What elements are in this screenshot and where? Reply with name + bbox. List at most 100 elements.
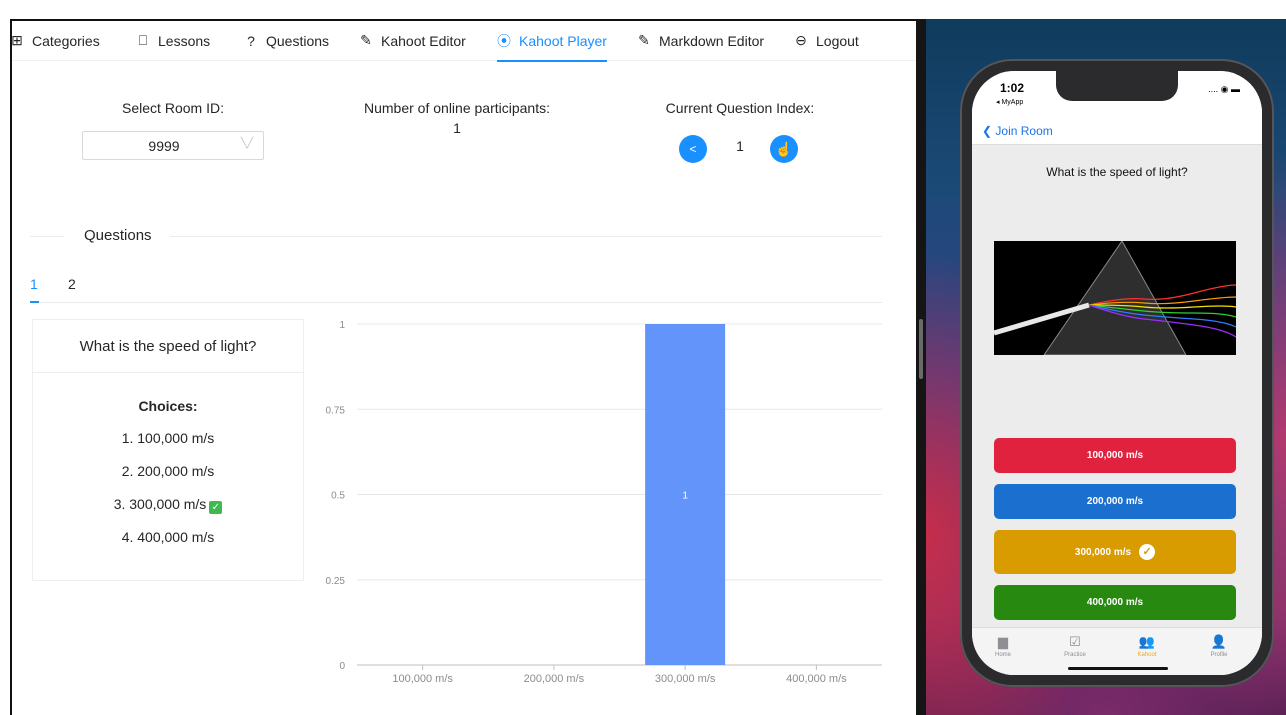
answer-label: 200,000 m/s bbox=[1086, 496, 1144, 507]
room-id-value: 9999 bbox=[148, 138, 180, 154]
play-circle-icon: ⦿ bbox=[497, 32, 511, 49]
choice-item: 3. 300,000 m/s ✓ bbox=[33, 496, 303, 514]
nav-item-label: Categories bbox=[32, 32, 100, 49]
questions-section-title: Questions bbox=[84, 227, 152, 244]
edit-icon: ✎ bbox=[638, 32, 650, 48]
phone-nav-bar: ❮ Join Room bbox=[972, 119, 1262, 145]
chevron-left-icon: ❮ bbox=[982, 124, 996, 138]
phone-simulator: 1:02 ◂ MyApp .... ◉ ▬ ❮ Join Room What i… bbox=[960, 59, 1274, 687]
nav-item-questions[interactable]: ? Questions bbox=[244, 21, 329, 61]
nav-item-kahoot-player[interactable]: ⦿ Kahoot Player bbox=[497, 21, 607, 62]
phone-notch bbox=[1056, 71, 1178, 101]
x-tick-label: 200,000 m/s bbox=[524, 673, 585, 685]
choice-text: 3. 300,000 m/s bbox=[113, 496, 207, 512]
desktop-wallpaper: 1:02 ◂ MyApp .... ◉ ▬ ❮ Join Room What i… bbox=[926, 19, 1286, 715]
answer-button-1[interactable]: 100,000 m/s bbox=[994, 438, 1236, 473]
choice-item: 2. 200,000 m/s bbox=[33, 463, 303, 479]
book-icon: ⎕ bbox=[138, 32, 148, 48]
answer-label: 400,000 m/s bbox=[1086, 597, 1144, 608]
person-icon: 👤 bbox=[1210, 634, 1228, 649]
answers-bar-chart: 0 0.25 0.5 0.75 1 100,000 m/s 200,000 m/s 1 300,… bbox=[326, 320, 882, 685]
choice-text: 2. 200,000 m/s bbox=[121, 463, 215, 479]
tab-label: Practice bbox=[1064, 652, 1086, 658]
answer-label: 300,000 m/s bbox=[1074, 546, 1132, 558]
hand-cursor-icon: ☝ bbox=[775, 140, 793, 157]
x-tick-label: 100,000 m/s bbox=[392, 673, 453, 685]
nav-item-markdown-editor[interactable]: ✎ Markdown Editor bbox=[637, 21, 764, 61]
web-app-window: ⊞ Categories ⎕ Lessons ? Questions ✎ Kah… bbox=[10, 19, 916, 715]
room-label: Select Room ID: bbox=[122, 100, 224, 116]
question-tabs: 1 2 bbox=[30, 273, 882, 303]
question-index-value: 1 bbox=[736, 138, 744, 154]
check-circle-icon: ✓ bbox=[1139, 544, 1156, 560]
nav-item-label: Questions bbox=[266, 32, 330, 49]
y-tick-label: 1 bbox=[339, 320, 345, 331]
choice-text: 4. 400,000 m/s bbox=[121, 529, 215, 545]
answer-button-3[interactable]: 300,000 m/s ✓ bbox=[994, 530, 1236, 574]
home-indicator[interactable] bbox=[1068, 667, 1168, 670]
room-id-select[interactable]: 9999 ╲╱ bbox=[82, 131, 264, 160]
tab-home[interactable]: ▆ Home bbox=[978, 634, 1028, 658]
answer-label: 100,000 m/s bbox=[1086, 450, 1144, 461]
top-strip bbox=[0, 0, 1286, 19]
tab-profile[interactable]: 👤 Profile bbox=[1194, 634, 1244, 658]
y-tick-label: 0 bbox=[339, 661, 345, 672]
tab-question-1[interactable]: 1 bbox=[30, 276, 38, 292]
edit-icon: ✎ bbox=[360, 32, 372, 48]
question-text: What is the speed of light? bbox=[33, 320, 303, 373]
section-divider bbox=[170, 236, 882, 237]
nav-item-categories[interactable]: ⊞ Categories bbox=[11, 21, 100, 61]
phone-screen: 1:02 ◂ MyApp .... ◉ ▬ ❮ Join Room What i… bbox=[972, 71, 1262, 675]
prev-question-button[interactable]: < bbox=[679, 135, 707, 163]
tab-kahoot[interactable]: 👥 Kahoot bbox=[1122, 634, 1172, 658]
check-mark-icon: ✓ bbox=[209, 501, 223, 514]
x-tick-label: 400,000 m/s bbox=[786, 673, 847, 685]
section-divider bbox=[30, 236, 64, 237]
chevron-down-icon: ╲╱ bbox=[240, 138, 253, 149]
nav-item-lessons[interactable]: ⎕ Lessons bbox=[136, 21, 210, 61]
nav-item-logout[interactable]: ⊖ Logout bbox=[794, 21, 859, 61]
join-room-back-button[interactable]: ❮ Join Room bbox=[982, 124, 1053, 138]
bar-data-label: 1 bbox=[682, 491, 688, 502]
people-icon: 👥 bbox=[1138, 634, 1156, 649]
next-question-button[interactable]: ☝ bbox=[770, 135, 798, 163]
checkbox-icon: ☑ bbox=[1069, 634, 1081, 649]
active-tab-indicator bbox=[30, 301, 39, 303]
nav-item-label: Logout bbox=[816, 32, 859, 49]
nav-item-label: Markdown Editor bbox=[659, 32, 765, 49]
nav-item-label: Lessons bbox=[158, 32, 211, 49]
grid-icon: ⊞ bbox=[11, 32, 23, 48]
back-to-app-link[interactable]: ◂ MyApp bbox=[996, 98, 1023, 106]
participants-label: Number of online participants: bbox=[364, 100, 550, 116]
nav-item-label: Kahoot Editor bbox=[381, 32, 466, 49]
signal-wifi-battery-icon: .... ◉ ▬ bbox=[1208, 84, 1240, 94]
prism-illustration bbox=[994, 241, 1236, 355]
answer-button-4[interactable]: 400,000 m/s bbox=[994, 585, 1236, 620]
answer-button-2[interactable]: 200,000 m/s bbox=[994, 484, 1236, 519]
prism-image bbox=[994, 241, 1236, 355]
question-index-label: Current Question Index: bbox=[665, 100, 815, 116]
question-icon: ? bbox=[247, 32, 255, 49]
divider-grip[interactable] bbox=[919, 319, 923, 379]
top-nav-menu: ⊞ Categories ⎕ Lessons ? Questions ✎ Kah… bbox=[11, 21, 916, 62]
window-split-divider[interactable] bbox=[916, 19, 926, 715]
choice-text: 1. 100,000 m/s bbox=[121, 430, 215, 446]
tab-question-2[interactable]: 2 bbox=[68, 276, 76, 292]
participants-count: 1 bbox=[453, 120, 461, 136]
phone-question-text: What is the speed of light? bbox=[1046, 165, 1188, 179]
nav-item-kahoot-editor[interactable]: ✎ Kahoot Editor bbox=[359, 21, 466, 61]
tab-practice[interactable]: ☑ Practice bbox=[1050, 634, 1100, 658]
back-label: Join Room bbox=[995, 124, 1053, 138]
phone-time: 1:02 bbox=[1000, 81, 1025, 95]
nav-item-label: Kahoot Player bbox=[519, 32, 607, 49]
home-icon: ▆ bbox=[998, 634, 1008, 649]
screen-stage: ⊞ Categories ⎕ Lessons ? Questions ✎ Kah… bbox=[0, 0, 1286, 715]
choices-title: Choices: bbox=[138, 398, 198, 414]
choice-item: 1. 100,000 m/s bbox=[33, 430, 303, 446]
x-tick-label: 300,000 m/s bbox=[655, 673, 716, 685]
y-tick-label: 0.5 bbox=[331, 491, 345, 502]
left-edge bbox=[0, 19, 10, 715]
chevron-left-icon: < bbox=[689, 142, 697, 156]
tab-label: Kahoot bbox=[1137, 652, 1157, 658]
question-card: What is the speed of light? Choices: 1. … bbox=[32, 319, 304, 581]
